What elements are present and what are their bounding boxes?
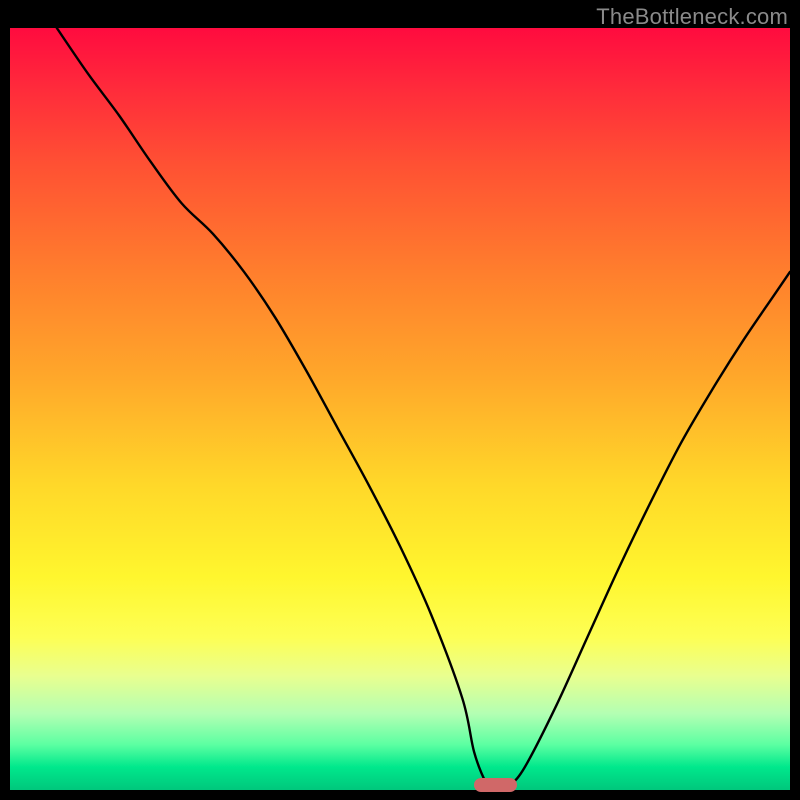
watermark-text: TheBottleneck.com bbox=[596, 4, 788, 30]
optimal-range-pill bbox=[474, 778, 517, 792]
plot-area bbox=[10, 28, 790, 790]
chart-stage: TheBottleneck.com bbox=[0, 0, 800, 800]
curve-layer bbox=[10, 28, 790, 790]
bottleneck-curve bbox=[57, 28, 790, 790]
